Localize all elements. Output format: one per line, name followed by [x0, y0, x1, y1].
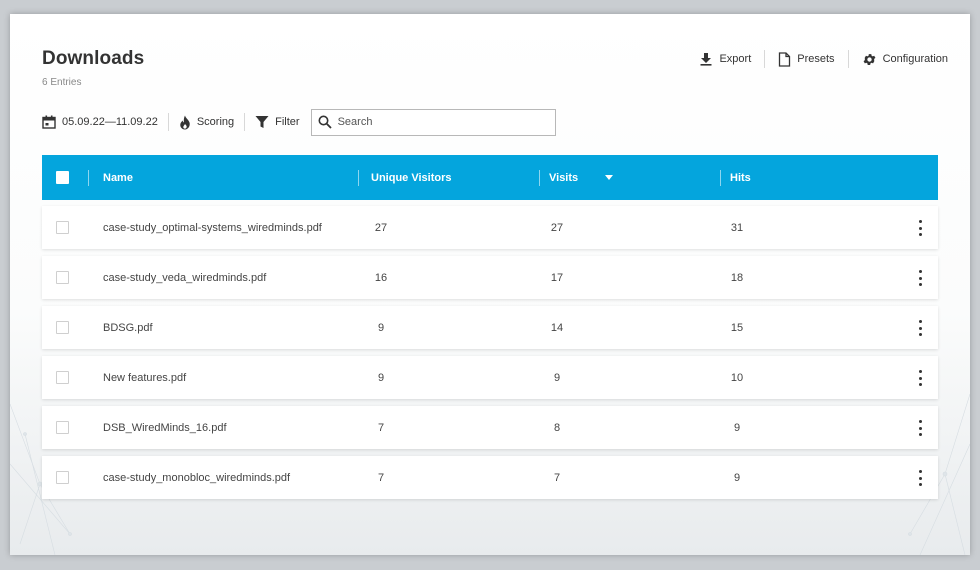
file-icon: [779, 51, 791, 67]
column-header-hits[interactable]: Hits: [730, 155, 751, 200]
presets-button[interactable]: Presets: [778, 51, 835, 67]
hits-value: 9: [733, 471, 741, 484]
table-row[interactable]: case-study_monobloc_wiredminds.pdf 7 7 9: [42, 456, 938, 499]
hits-value: 9: [733, 421, 741, 434]
row-checkbox[interactable]: [56, 471, 69, 484]
divider: [167, 113, 169, 131]
table-header: Name Unique Visitors Visits Hits: [42, 155, 938, 200]
visits-value: 14: [550, 321, 564, 334]
table-row[interactable]: BDSG.pdf 9 14 15: [42, 306, 938, 349]
row-checkbox[interactable]: [56, 221, 69, 234]
file-name[interactable]: case-study_monobloc_wiredminds.pdf: [103, 456, 290, 499]
divider: [244, 113, 246, 131]
visits-value: 9: [553, 371, 561, 384]
column-header-visits[interactable]: Visits: [549, 155, 614, 200]
file-name[interactable]: DSB_WiredMinds_16.pdf: [103, 406, 227, 449]
downloads-table: Name Unique Visitors Visits Hits case-st…: [42, 155, 938, 499]
flame-icon: [180, 115, 190, 129]
row-menu-icon[interactable]: [916, 370, 924, 386]
row-checkbox-cell: [56, 306, 69, 349]
table-row[interactable]: DSB_WiredMinds_16.pdf 7 8 9: [42, 406, 938, 449]
search-input[interactable]: [337, 116, 538, 128]
table-row[interactable]: case-study_optimal-systems_wiredminds.pd…: [42, 206, 938, 249]
search-box[interactable]: [310, 108, 556, 136]
table-row[interactable]: New features.pdf 9 9 10: [42, 356, 938, 399]
search-icon: [318, 115, 332, 129]
row-menu-icon[interactable]: [916, 470, 924, 486]
row-checkbox-cell: [56, 206, 69, 249]
visits-value: 27: [550, 221, 564, 234]
scoring-button[interactable]: Scoring: [179, 115, 234, 130]
visits-value: 8: [553, 421, 561, 434]
row-menu-icon[interactable]: [916, 320, 924, 336]
downloads-panel: Downloads 6 Entries Export Presets Confi…: [10, 14, 970, 555]
row-checkbox-cell: [56, 456, 69, 499]
column-divider: [88, 170, 89, 186]
hits-value: 31: [730, 221, 744, 234]
filter-icon: [255, 116, 269, 128]
visits-value: 7: [553, 471, 561, 484]
file-name[interactable]: case-study_veda_wiredminds.pdf: [103, 256, 266, 299]
presets-label: Presets: [797, 53, 835, 65]
unique-visitors-value: 27: [374, 221, 388, 234]
filter-button[interactable]: Filter: [255, 115, 300, 129]
row-checkbox[interactable]: [56, 321, 69, 334]
hits-value: 18: [730, 271, 744, 284]
unique-visitors-value: 7: [377, 421, 385, 434]
page-title: Downloads: [42, 48, 145, 69]
date-range-label: 05.09.22—11.09.22: [62, 116, 158, 128]
row-checkbox[interactable]: [56, 421, 69, 434]
divider: [764, 50, 766, 68]
unique-visitors-value: 7: [377, 471, 385, 484]
filter-label: Filter: [275, 116, 300, 128]
table-row[interactable]: case-study_veda_wiredminds.pdf 16 17 18: [42, 256, 938, 299]
export-label: Export: [719, 53, 752, 65]
table-body: case-study_optimal-systems_wiredminds.pd…: [42, 206, 938, 499]
download-icon: [700, 53, 712, 66]
row-checkbox[interactable]: [56, 371, 69, 384]
filter-toolbar: 05.09.22—11.09.22 Scoring Filter: [42, 108, 556, 136]
scoring-label: Scoring: [196, 116, 235, 128]
row-menu-icon[interactable]: [916, 270, 924, 286]
row-checkbox-cell: [56, 406, 69, 449]
column-header-unique-visitors[interactable]: Unique Visitors: [371, 155, 451, 200]
row-checkbox-cell: [56, 256, 69, 299]
unique-visitors-value: 16: [374, 271, 388, 284]
column-divider: [358, 170, 359, 186]
entries-count: 6 Entries: [42, 77, 82, 88]
configuration-label: Configuration: [882, 53, 948, 65]
column-header-name[interactable]: Name: [103, 155, 133, 200]
select-all-checkbox-cell: [56, 155, 69, 200]
gear-icon: [863, 53, 875, 65]
column-divider: [539, 170, 540, 186]
sort-desc-icon: [605, 175, 614, 180]
calendar-icon: [42, 115, 56, 129]
unique-visitors-value: 9: [377, 321, 385, 334]
row-checkbox[interactable]: [56, 271, 69, 284]
row-checkbox-cell: [56, 356, 69, 399]
unique-visitors-value: 9: [377, 371, 385, 384]
row-menu-icon[interactable]: [916, 220, 924, 236]
header-actions: Export Presets Configuration: [699, 50, 948, 68]
file-name[interactable]: BDSG.pdf: [103, 306, 153, 349]
row-menu-icon[interactable]: [916, 420, 924, 436]
visits-value: 17: [550, 271, 564, 284]
configuration-button[interactable]: Configuration: [862, 52, 948, 67]
hits-value: 10: [730, 371, 744, 384]
file-name[interactable]: New features.pdf: [103, 356, 186, 399]
export-button[interactable]: Export: [699, 52, 751, 66]
column-header-visits-label: Visits: [549, 171, 579, 184]
select-all-checkbox[interactable]: [56, 171, 69, 184]
date-range-picker[interactable]: 05.09.22—11.09.22: [42, 115, 158, 129]
divider: [847, 50, 849, 68]
column-divider: [720, 170, 721, 186]
file-name[interactable]: case-study_optimal-systems_wiredminds.pd…: [103, 206, 322, 249]
hits-value: 15: [730, 321, 744, 334]
